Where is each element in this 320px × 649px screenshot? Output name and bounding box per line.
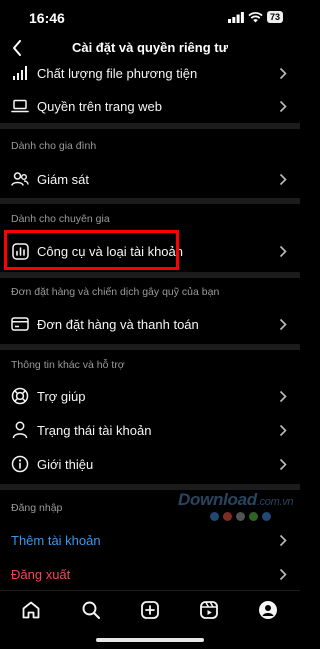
create-icon[interactable] — [139, 599, 161, 621]
orders-payments-row[interactable]: Đơn đặt hàng và thanh toán — [0, 307, 300, 341]
cellular-signal-icon — [227, 11, 244, 23]
section-header-info: Thông tin khác và hỗ trợ — [11, 359, 125, 371]
chevron-right-icon — [279, 244, 287, 258]
account-status-row[interactable]: Trạng thái tài khoản — [0, 413, 300, 447]
logout-label: Đăng xuất — [11, 566, 71, 582]
section-divider — [0, 272, 300, 278]
help-label: Trợ giúp — [37, 388, 86, 404]
section-header-orders: Đơn đặt hàng và chiến dịch gây quỹ của b… — [11, 286, 220, 298]
status-time: 16:46 — [29, 10, 65, 26]
watermark-main: Download — [178, 490, 257, 509]
section-header-professional: Dành cho chuyên gia — [11, 213, 110, 225]
add-account-row[interactable]: Thêm tài khoản — [0, 523, 300, 557]
card-icon — [11, 315, 29, 333]
chevron-right-icon — [279, 317, 287, 331]
website-permissions-label: Quyền trên trang web — [37, 98, 163, 114]
media-quality-row[interactable]: Chất lượng file phương tiện — [0, 56, 300, 90]
highlight-annotation-box — [4, 230, 179, 270]
home-indicator — [96, 638, 204, 642]
page-title: Cài đặt và quyền riêng tư — [71, 40, 229, 55]
supervision-icon — [11, 170, 29, 188]
chevron-right-icon — [279, 567, 287, 581]
orders-payments-label: Đơn đặt hàng và thanh toán — [37, 316, 199, 332]
supervision-label: Giám sát — [37, 171, 90, 187]
website-permissions-row[interactable]: Quyền trên trang web — [0, 89, 300, 123]
about-row[interactable]: Giới thiệu — [0, 447, 300, 481]
help-lifebuoy-icon — [11, 387, 29, 405]
status-icons: 73 — [227, 11, 283, 23]
chevron-right-icon — [279, 172, 287, 186]
section-divider — [0, 198, 300, 204]
chevron-right-icon — [279, 533, 287, 547]
watermark: Download.com.vn — [178, 490, 294, 510]
chevron-right-icon — [279, 99, 287, 113]
home-icon[interactable] — [20, 599, 42, 621]
chevron-right-icon — [279, 423, 287, 437]
section-header-family: Dành cho gia đình — [11, 140, 97, 152]
logout-row[interactable]: Đăng xuất — [0, 557, 300, 591]
signal-bars-icon — [11, 64, 29, 82]
chevron-right-icon — [279, 389, 287, 403]
person-icon — [11, 421, 29, 439]
supervision-row[interactable]: Giám sát — [0, 162, 300, 196]
chevron-right-icon — [279, 457, 287, 471]
section-header-login: Đăng nhập — [11, 502, 63, 514]
wifi-icon — [248, 11, 263, 22]
status-bar: 16:46 73 — [0, 0, 300, 34]
about-label: Giới thiệu — [37, 456, 94, 472]
watermark-suffix: .com.vn — [256, 496, 294, 508]
section-divider — [0, 123, 300, 129]
laptop-icon — [11, 97, 29, 115]
help-row[interactable]: Trợ giúp — [0, 379, 300, 413]
profile-icon[interactable] — [257, 599, 279, 621]
section-divider — [0, 344, 300, 350]
media-quality-label: Chất lượng file phương tiện — [37, 65, 198, 81]
reels-icon[interactable] — [198, 599, 220, 621]
search-icon[interactable] — [80, 599, 102, 621]
chevron-right-icon — [279, 66, 287, 80]
info-icon — [11, 455, 29, 473]
watermark-dots — [210, 512, 271, 521]
add-account-label: Thêm tài khoản — [11, 532, 101, 548]
account-status-label: Trạng thái tài khoản — [37, 422, 152, 438]
battery-indicator: 73 — [266, 11, 283, 23]
